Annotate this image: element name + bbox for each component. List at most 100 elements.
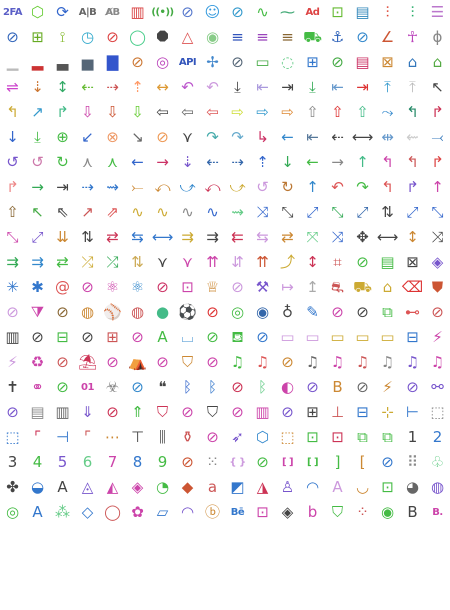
box-icon: ⬡	[255, 428, 270, 446]
arrow-merge-icon: ⋏	[82, 153, 93, 171]
box-multiple-8-icon: 8	[132, 453, 143, 471]
biohazard-off-icon: ⊘	[131, 378, 144, 396]
blur-icon: ◐	[280, 378, 295, 396]
arrows-down-up-icon: ⇅	[81, 228, 94, 246]
bell-plus-icon: ♫	[305, 353, 320, 371]
arrow-big-down-line-icon: ⇩	[106, 103, 119, 121]
box-multiple-0-icon: ⧉	[382, 428, 393, 446]
arrows-up-right-icon: ⤴	[279, 253, 295, 271]
arrows-diagonal-icon: ⤡	[281, 203, 294, 221]
brackets-icon: [ ]	[281, 456, 294, 468]
arrow-autofit-width-icon: ↔	[156, 78, 169, 96]
bell-off-icon: ⊘	[281, 353, 294, 371]
arrows-exchange-icon: ⇄	[106, 228, 119, 246]
brackets-contain-start-icon: [	[359, 453, 366, 471]
abacus-icon: ▥	[130, 3, 145, 21]
bike-off-icon: ⊘	[56, 378, 69, 396]
border-top-icon: ⊤	[130, 428, 145, 446]
arrow-ramp-right-2-icon: ↱	[6, 178, 19, 196]
arrow-loop-left-icon: ↺	[6, 153, 19, 171]
bell-minus-icon: ♫	[255, 353, 270, 371]
brand-adobe-icon: A	[57, 478, 68, 496]
a-b-off-icon: A̸B	[105, 6, 120, 18]
binary-icon: 01	[81, 381, 94, 393]
arrow-big-left-lines-icon: ⇦	[206, 103, 219, 121]
brand-angular-icon: A	[332, 478, 343, 496]
brand-android-icon: ◠	[305, 478, 320, 496]
axe-icon: ⚒	[255, 278, 270, 296]
alert-circle-icon: ◯	[129, 28, 146, 46]
brand-airbnb-icon: ◭	[106, 478, 119, 496]
brand-bitbucket-icon: ⛉	[331, 503, 344, 521]
arrows-diagonal-minimize-icon: ⤡	[331, 203, 344, 221]
arrow-rotary-first-left-icon: ⤺	[154, 178, 171, 196]
arrows-double-se-nw-icon: ⤡	[6, 228, 19, 246]
border-radius-icon: ⌜	[33, 428, 42, 446]
award-off-icon: ⊘	[231, 278, 244, 296]
beer-off-icon: ⊘	[206, 353, 219, 371]
arrow-wave-left-up-icon: ∿	[156, 203, 169, 221]
brand-badoo-icon: ◯	[104, 503, 121, 521]
adjustments-alt-icon: ⫶	[410, 3, 415, 21]
affiliate-icon: ⟟	[59, 28, 66, 46]
battery-automotive-icon: ⊟	[406, 328, 419, 346]
brand-bandlab-icon: ◠	[180, 503, 195, 521]
api-icon: API	[178, 56, 197, 68]
arrows-diff-icon: ⇅	[381, 203, 394, 221]
api-app-off-icon: ⊘	[231, 53, 244, 71]
angle-icon: ∠	[380, 28, 395, 46]
aspect-ratio-off-icon: ◈	[431, 253, 444, 271]
arrows-join-icon: ⇉	[181, 228, 194, 246]
antenna-bars-off-icon: ⊘	[131, 53, 144, 71]
at-off-icon: ⊘	[81, 278, 94, 296]
arrow-down-right-icon: ↘	[131, 128, 144, 146]
arrows-double-ne-sw-icon: ⤢	[406, 203, 419, 221]
ballpen-icon: ✎	[306, 303, 319, 321]
brand-4chan-icon: ✤	[6, 478, 19, 496]
aspect-ratio-icon: ⊠	[406, 253, 419, 271]
artboard-icon: ⌗	[333, 253, 342, 271]
ball-football-icon: ⚽	[178, 303, 197, 321]
arrows-horizontal-icon: ⟷	[151, 228, 174, 246]
bluetooth-off-icon: ⊘	[231, 378, 244, 396]
arrow-autofit-left-icon: ⇠	[81, 78, 94, 96]
bone-icon: ⚯	[431, 378, 444, 396]
arrow-autofit-right-icon: ⇢	[106, 78, 119, 96]
arrows-move-horizontal-icon: ⟷	[376, 228, 399, 246]
app-window-icon: ▭	[255, 53, 270, 71]
arrow-bar-to-down-icon: ⤓	[309, 78, 316, 96]
ball-volleyball-icon: ◉	[255, 303, 270, 321]
arrow-right-icon: →	[31, 178, 44, 196]
box-multiple-6-icon: 6	[82, 453, 93, 471]
alien-icon: ◉	[205, 28, 220, 46]
bluetooth-icon: ᛒ	[182, 378, 192, 396]
border-horizontal-icon: ⊟	[356, 403, 369, 421]
antenna-bars-3-icon: ▃	[56, 53, 69, 71]
adjustments-off-icon: ⊘	[6, 28, 19, 46]
arrow-bear-left-icon: ↖	[431, 78, 444, 96]
icon-grid: 2FA ⬡ ⟳ A|B A̸B ▥ ((•)) ⊘ ☺ ⊘ ∿ ⁓ Ad ⊡ ▤ ⫶ ⫶ ☰ ⊘ ⊞ ⟟ ◷ ⊘ ◯ ⯃ △ ◉ ≡ ≡…	[0, 0, 450, 610]
brand-ao3-icon: ◡	[355, 478, 370, 496]
arrows-right-icon: ⇉	[6, 253, 19, 271]
arrow-big-left-line-icon: ⇦	[181, 103, 194, 121]
ball-bowling-icon: ●	[155, 303, 170, 321]
basket-icon: ⌴	[181, 328, 194, 346]
arrows-vertical-icon: ↕	[306, 253, 319, 271]
arrows-move-icon: ✥	[356, 228, 369, 246]
arrow-up-left-circle-icon: ⇖	[56, 203, 69, 221]
bluetooth-connected-icon: ᛒ	[207, 378, 217, 396]
arrow-wave-right-up-icon: ∿	[206, 203, 219, 221]
barbell-icon: ⊷	[405, 303, 420, 321]
access-point-off-icon: ⊘	[181, 3, 194, 21]
arrow-bounce-icon: ⤳	[381, 103, 394, 121]
border-bottom-icon: ⊥	[330, 403, 345, 421]
brand-binance-icon: ◈	[281, 503, 294, 521]
bone-off-icon: ⊘	[6, 403, 19, 421]
ankh-icon: ☥	[406, 28, 419, 46]
border-vertical-icon: ⫼	[159, 428, 166, 446]
arrow-up-right-circle-icon: ⇗	[106, 203, 119, 221]
brand-apple-arcade-icon: ◍	[430, 478, 445, 496]
backspace-icon: ⌫	[401, 278, 424, 296]
accessible-icon: ☺	[204, 3, 221, 21]
brand-behance-icon: Bē	[230, 506, 245, 518]
